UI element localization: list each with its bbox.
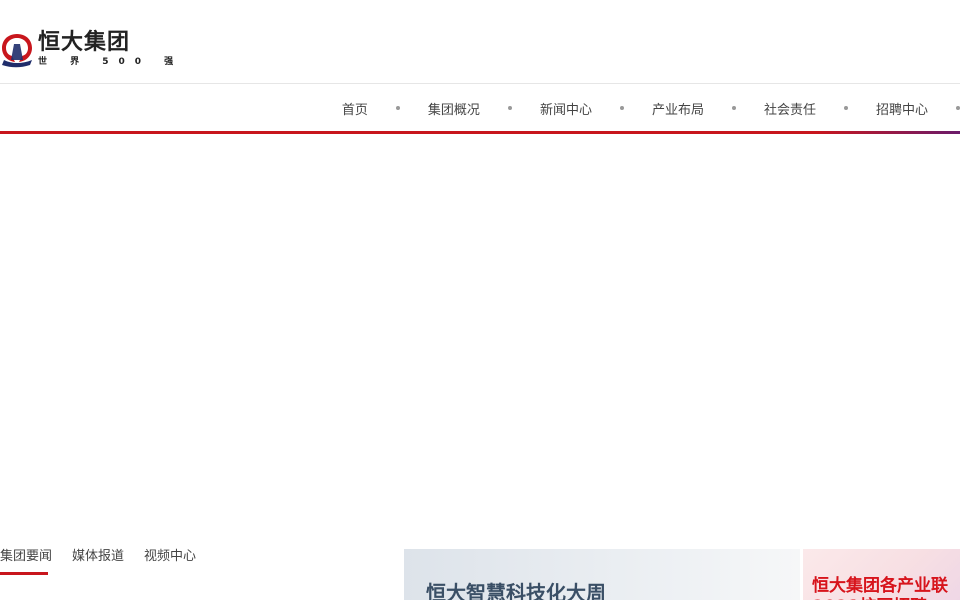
news-tabs: 集团要闻 媒体报道 视频中心 <box>0 545 216 575</box>
evergrande-logo-icon <box>0 30 34 68</box>
tab-group-news[interactable]: 集团要闻 <box>0 545 52 575</box>
nav-item-responsibility[interactable]: 社会责任 <box>764 99 816 118</box>
news-card-subtitle: 2021校园招聘 <box>812 592 927 600</box>
logo[interactable]: 恒大集团 世 界 500 强 <box>0 30 183 70</box>
hero-banner <box>0 134 960 544</box>
nav-item-news[interactable]: 新闻中心 <box>540 99 592 118</box>
nav-separator-dot <box>843 106 848 110</box>
brand-title: 恒大集团 <box>38 30 131 55</box>
nav-item-industry[interactable]: 产业布局 <box>652 99 704 118</box>
news-card-recruitment[interactable]: 恒大集团各产业联 2021校园招聘 <box>803 549 960 600</box>
nav-item-about[interactable]: 集团概况 <box>428 99 480 118</box>
news-card-title: 恒大智慧科技化大周 <box>426 581 606 600</box>
nav-item-careers[interactable]: 招聘中心 <box>876 99 928 118</box>
tab-video-center[interactable]: 视频中心 <box>144 545 196 575</box>
tab-media-reports[interactable]: 媒体报道 <box>72 545 124 575</box>
news-card-feature[interactable]: 恒大智慧科技化大周 <box>404 549 800 600</box>
nav-item-home[interactable]: 首页 <box>342 99 368 118</box>
main-nav: 首页 集团概况 新闻中心 产业布局 社会责任 招聘中心 <box>0 84 960 132</box>
nav-separator-dot <box>956 106 960 110</box>
nav-separator-dot <box>507 106 512 110</box>
nav-separator-dot <box>619 106 624 110</box>
brand-subtitle: 世 界 500 强 <box>38 57 184 67</box>
nav-separator-dot <box>731 106 736 110</box>
site-header: 恒大集团 世 界 500 强 <box>0 0 960 84</box>
nav-separator-dot <box>395 106 400 110</box>
